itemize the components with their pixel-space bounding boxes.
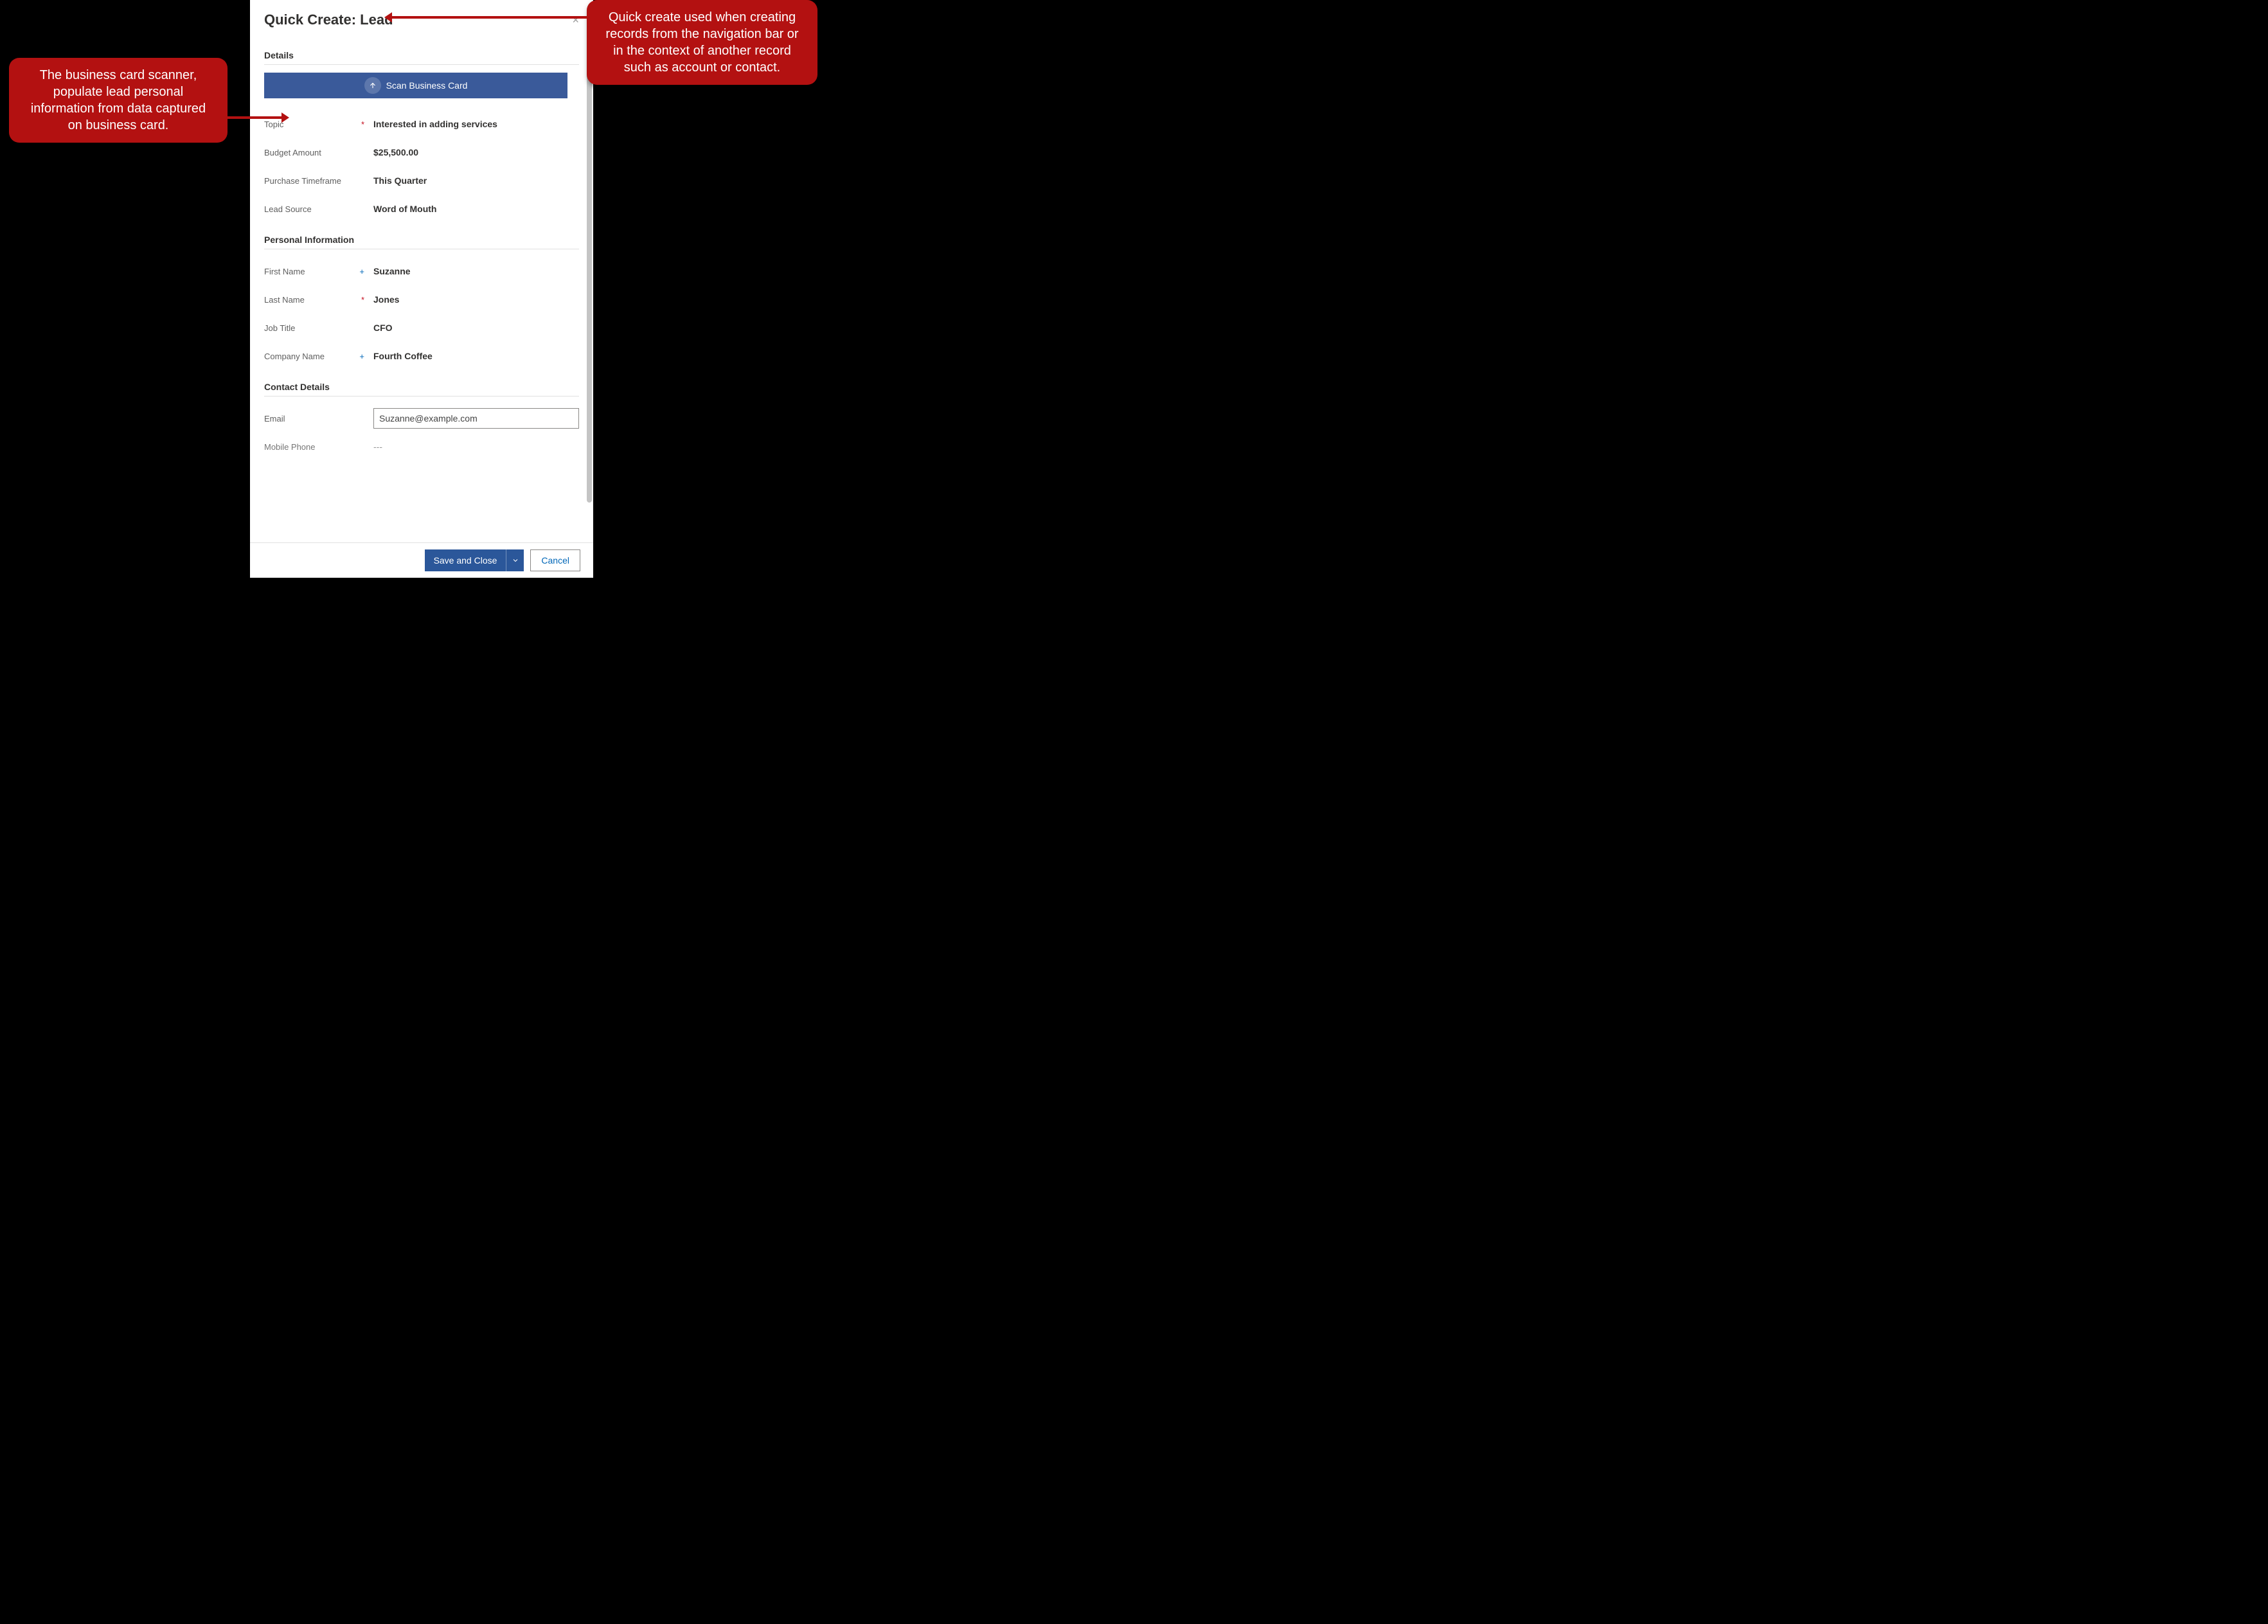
field-first-name[interactable]: First Name + Suzanne: [264, 257, 579, 285]
panel-footer: Save and Close Cancel: [250, 542, 593, 578]
panel-title: Quick Create: Lead: [264, 12, 393, 28]
label-budget: Budget Amount: [264, 148, 373, 157]
callout-quick-create: Quick create used when creating records …: [587, 0, 817, 85]
value-company[interactable]: Fourth Coffee: [373, 351, 579, 361]
email-input[interactable]: [373, 408, 579, 429]
value-topic[interactable]: Interested in adding services: [373, 119, 579, 129]
field-last-name[interactable]: Last Name * Jones: [264, 285, 579, 314]
panel-body: Details Scan Business Card Topic * Inter…: [250, 39, 593, 542]
field-budget[interactable]: Budget Amount $25,500.00: [264, 138, 579, 166]
section-title-personal: Personal Information: [264, 223, 579, 249]
value-timeframe[interactable]: This Quarter: [373, 175, 579, 186]
field-company[interactable]: Company Name + Fourth Coffee: [264, 342, 579, 370]
label-last-name: Last Name *: [264, 295, 373, 305]
label-lead-source: Lead Source: [264, 204, 373, 214]
quick-create-panel: Quick Create: Lead × Details Scan Busine…: [250, 0, 593, 578]
save-and-close-button[interactable]: Save and Close: [425, 549, 506, 571]
section-title-contact: Contact Details: [264, 370, 579, 397]
label-email: Email: [264, 414, 373, 424]
save-split-button: Save and Close: [425, 549, 524, 571]
section-title-details: Details: [264, 39, 579, 65]
value-mobile-phone[interactable]: ---: [373, 442, 579, 452]
save-split-chevron[interactable]: [506, 549, 524, 571]
value-budget[interactable]: $25,500.00: [373, 147, 579, 157]
required-mark: *: [361, 295, 364, 305]
cancel-button[interactable]: Cancel: [530, 549, 580, 571]
required-mark: *: [361, 120, 364, 129]
scan-button-label: Scan Business Card: [386, 80, 468, 91]
callout-business-card: The business card scanner, populate lead…: [9, 58, 228, 143]
chevron-down-icon: [512, 557, 519, 564]
label-timeframe: Purchase Timeframe: [264, 176, 373, 186]
close-icon[interactable]: ×: [572, 13, 579, 27]
field-lead-source[interactable]: Lead Source Word of Mouth: [264, 195, 579, 223]
field-mobile-phone[interactable]: Mobile Phone ---: [264, 433, 579, 461]
value-last-name[interactable]: Jones: [373, 294, 579, 305]
scrollbar-thumb[interactable]: [587, 40, 592, 503]
label-mobile-phone: Mobile Phone: [264, 442, 373, 452]
field-timeframe[interactable]: Purchase Timeframe This Quarter: [264, 166, 579, 195]
scan-business-card-button[interactable]: Scan Business Card: [264, 73, 567, 98]
field-job-title[interactable]: Job Title CFO: [264, 314, 579, 342]
label-company: Company Name +: [264, 352, 373, 361]
value-lead-source[interactable]: Word of Mouth: [373, 204, 579, 214]
label-topic: Topic *: [264, 120, 373, 129]
arrow-to-panel-title: [392, 16, 587, 19]
recommended-mark: +: [359, 352, 364, 361]
value-first-name[interactable]: Suzanne: [373, 266, 579, 276]
value-job-title[interactable]: CFO: [373, 323, 579, 333]
arrow-to-scan-button: [228, 116, 281, 119]
field-topic[interactable]: Topic * Interested in adding services: [264, 110, 579, 138]
recommended-mark: +: [359, 267, 364, 276]
label-first-name: First Name +: [264, 267, 373, 276]
label-job-title: Job Title: [264, 323, 373, 333]
field-email[interactable]: Email: [264, 404, 579, 433]
upload-icon: [364, 77, 381, 94]
